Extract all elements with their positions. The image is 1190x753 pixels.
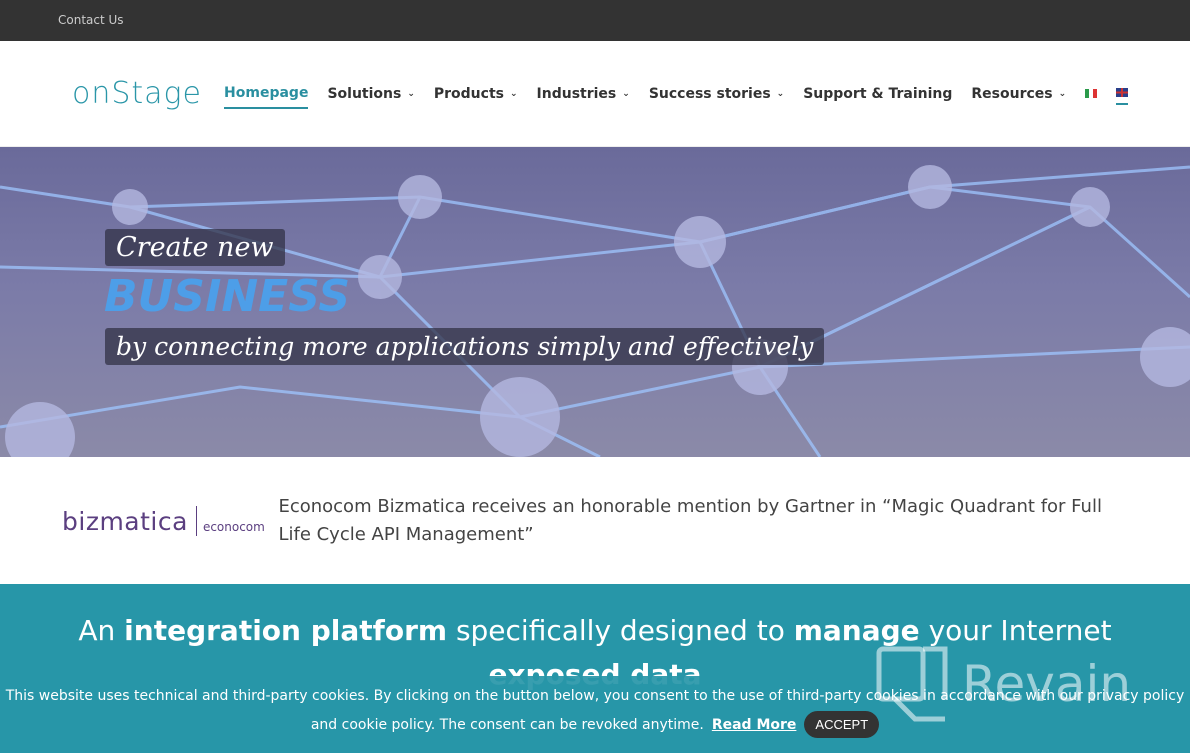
nav-homepage[interactable]: Homepage xyxy=(224,79,309,109)
hero-line-1: Create new xyxy=(105,229,285,266)
nav-solutions[interactable]: Solutions ⌄ xyxy=(327,80,414,108)
onstage-logo[interactable]: onStage xyxy=(72,76,202,111)
nav-industries[interactable]: Industries ⌄ xyxy=(537,80,630,108)
nav-label: Success stories xyxy=(648,85,771,102)
cookie-text-2: and cookie policy. The consent can be re… xyxy=(310,717,704,733)
contact-us-link[interactable]: Contact Us xyxy=(58,13,124,27)
header: onStage Homepage Solutions ⌄ Products ⌄ In… xyxy=(0,41,1190,147)
chevron-down-icon: ⌄ xyxy=(509,88,518,99)
news-section: bizmatica econocom Econocom Bizmatica re… xyxy=(0,457,1190,585)
nav-label: Products xyxy=(433,85,504,102)
accept-button[interactable]: ACCEPT xyxy=(804,711,880,738)
uk-flag-icon xyxy=(1116,88,1129,97)
chevron-down-icon: ⌄ xyxy=(407,88,415,99)
logo-divider xyxy=(195,506,197,536)
tagline-bold: manage xyxy=(793,614,920,647)
nav-products[interactable]: Products ⌄ xyxy=(434,80,518,108)
logo-main-text: bizmatica xyxy=(62,506,188,536)
news-text[interactable]: Econocom Bizmatica receives an honorable… xyxy=(278,493,1132,549)
revain-logo-icon xyxy=(876,646,948,722)
nav-label: Support & Training xyxy=(803,85,953,102)
chevron-down-icon: ⌄ xyxy=(1058,88,1067,99)
nav-resources[interactable]: Resources ⌄ xyxy=(971,80,1066,108)
nav-success-stories[interactable]: Success stories ⌄ xyxy=(649,80,784,108)
top-bar: Contact Us xyxy=(0,0,1190,41)
revain-watermark: Revain xyxy=(875,645,1131,723)
lang-en[interactable] xyxy=(1116,82,1129,105)
nav-label: Homepage xyxy=(224,84,309,101)
nav-label: Industries xyxy=(536,85,617,102)
tagline-text: An xyxy=(78,614,125,647)
logo-sub-text: econocom xyxy=(202,520,265,534)
read-more-link[interactable]: Read More xyxy=(712,717,797,733)
chevron-down-icon: ⌄ xyxy=(776,88,785,99)
tagline-text: specifically designed to xyxy=(447,614,794,647)
hero-line-3: by connecting more applications simply a… xyxy=(105,328,825,365)
hero-banner: Create new BUSINESS by connecting more a… xyxy=(0,147,1190,457)
bizmatica-logo[interactable]: bizmatica econocom xyxy=(62,506,278,536)
tagline-bold: integration platform xyxy=(124,614,448,647)
nav-label: Solutions xyxy=(327,85,402,102)
nav-support-training[interactable]: Support & Training xyxy=(803,80,952,108)
italian-flag-icon xyxy=(1085,89,1098,98)
nav-label: Resources xyxy=(971,85,1053,102)
revain-watermark-text: Revain xyxy=(962,655,1132,713)
tagline-text: your Internet xyxy=(919,614,1112,647)
hero-line-2: BUSINESS xyxy=(104,271,351,322)
lang-it[interactable] xyxy=(1085,83,1098,104)
main-nav: Homepage Solutions ⌄ Products ⌄ Industries… xyxy=(224,79,1129,109)
chevron-down-icon: ⌄ xyxy=(622,88,630,99)
